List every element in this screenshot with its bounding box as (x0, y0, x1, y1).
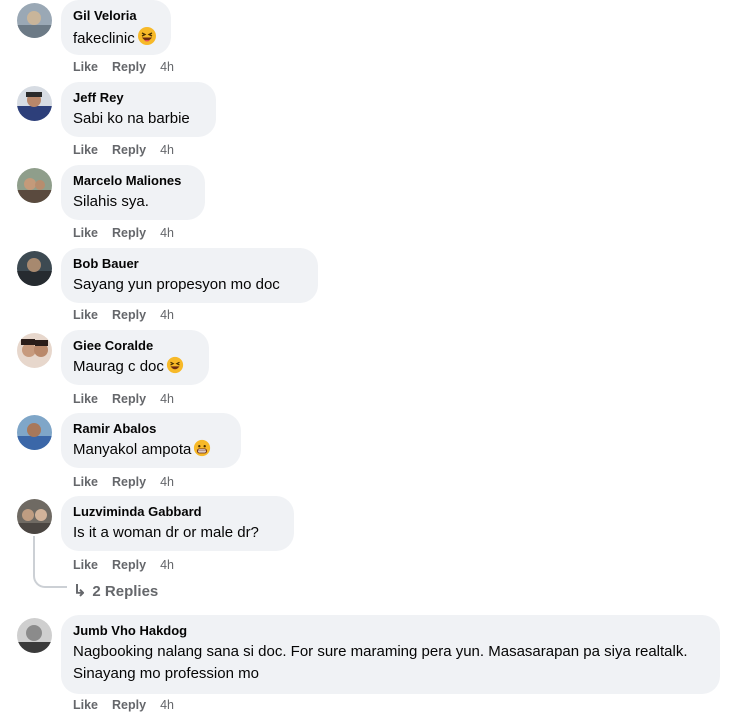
comment-bubble: Gil Veloria fakeclinic (61, 0, 171, 55)
like-button[interactable]: Like (73, 143, 98, 157)
avatar[interactable] (17, 415, 52, 450)
commenter-name[interactable]: Bob Bauer (73, 256, 306, 272)
commenter-name[interactable]: Jumb Vho Hakdog (73, 623, 708, 639)
reply-button[interactable]: Reply (112, 698, 146, 712)
thread-line (33, 536, 35, 572)
reply-button[interactable]: Reply (112, 60, 146, 74)
comment-text: Maurag c doc (73, 356, 197, 381)
timestamp[interactable]: 4h (160, 308, 174, 322)
avatar[interactable] (17, 333, 52, 368)
comment-bubble: Marcelo Maliones Silahis sya. (61, 165, 205, 220)
like-button[interactable]: Like (73, 226, 98, 240)
avatar[interactable] (17, 168, 52, 203)
comment-text: Sayang yun propesyon mo doc (73, 276, 280, 293)
timestamp[interactable]: 4h (160, 226, 174, 240)
comment-bubble: Jeff Rey Sabi ko na barbie (61, 82, 216, 137)
reply-button[interactable]: Reply (112, 226, 146, 240)
comment-actions: Like Reply 4h (73, 392, 188, 406)
comment-bubble: Ramir Abalos Manyakol ampota (61, 413, 241, 468)
commenter-name[interactable]: Marcelo Maliones (73, 173, 193, 189)
comment-text: fakeclinic (73, 26, 159, 53)
commenter-name[interactable]: Jeff Rey (73, 90, 204, 106)
avatar[interactable] (17, 499, 52, 534)
timestamp[interactable]: 4h (160, 143, 174, 157)
reply-button[interactable]: Reply (112, 392, 146, 406)
reply-arrow-icon: ↳ (73, 583, 87, 600)
comment-text: Is it a woman dr or male dr? (73, 524, 259, 541)
like-button[interactable]: Like (73, 60, 98, 74)
timestamp[interactable]: 4h (160, 475, 174, 489)
timestamp[interactable]: 4h (160, 392, 174, 406)
comment-actions: Like Reply 4h (73, 143, 188, 157)
comment-actions: Like Reply 4h (73, 698, 188, 712)
comment-bubble: Bob Bauer Sayang yun propesyon mo doc (61, 248, 318, 303)
comment-text: Nagbooking nalang sana si doc. For sure … (73, 643, 688, 682)
avatar[interactable] (17, 86, 52, 121)
reply-button[interactable]: Reply (112, 308, 146, 322)
comment-actions: Like Reply 4h (73, 558, 188, 572)
reply-button[interactable]: Reply (112, 475, 146, 489)
laughing-emoji-icon (166, 356, 184, 381)
comment-actions: Like Reply 4h (73, 308, 188, 322)
commenter-name[interactable]: Gil Veloria (73, 8, 159, 24)
commenter-name[interactable]: Ramir Abalos (73, 421, 229, 437)
like-button[interactable]: Like (73, 475, 98, 489)
replies-count: 2 Replies (92, 583, 159, 600)
timestamp[interactable]: 4h (160, 558, 174, 572)
comment-bubble: Giee Coralde Maurag c doc (61, 330, 209, 385)
reply-button[interactable]: Reply (112, 143, 146, 157)
view-replies-link[interactable]: ↳ 2 Replies (73, 581, 158, 601)
like-button[interactable]: Like (73, 558, 98, 572)
commenter-name[interactable]: Luzviminda Gabbard (73, 504, 282, 520)
like-button[interactable]: Like (73, 698, 98, 712)
comment-text: Sabi ko na barbie (73, 110, 190, 127)
laughing-emoji-icon (137, 26, 157, 53)
comment-bubble: Jumb Vho Hakdog Nagbooking nalang sana s… (61, 615, 720, 694)
grin-emoji-icon (193, 439, 211, 464)
like-button[interactable]: Like (73, 392, 98, 406)
commenter-name[interactable]: Giee Coralde (73, 338, 197, 354)
thread-curve (33, 572, 67, 588)
timestamp[interactable]: 4h (160, 60, 174, 74)
avatar[interactable] (17, 251, 52, 286)
avatar[interactable] (17, 618, 52, 653)
comment-bubble: Luzviminda Gabbard Is it a woman dr or m… (61, 496, 294, 551)
timestamp[interactable]: 4h (160, 698, 174, 712)
reply-button[interactable]: Reply (112, 558, 146, 572)
comment-text: Manyakol ampota (73, 439, 229, 464)
avatar[interactable] (17, 3, 52, 38)
like-button[interactable]: Like (73, 308, 98, 322)
comment-actions: Like Reply 4h (73, 60, 188, 74)
comment-actions: Like Reply 4h (73, 475, 188, 489)
comment-actions: Like Reply 4h (73, 226, 188, 240)
comment-text: Silahis sya. (73, 193, 149, 210)
